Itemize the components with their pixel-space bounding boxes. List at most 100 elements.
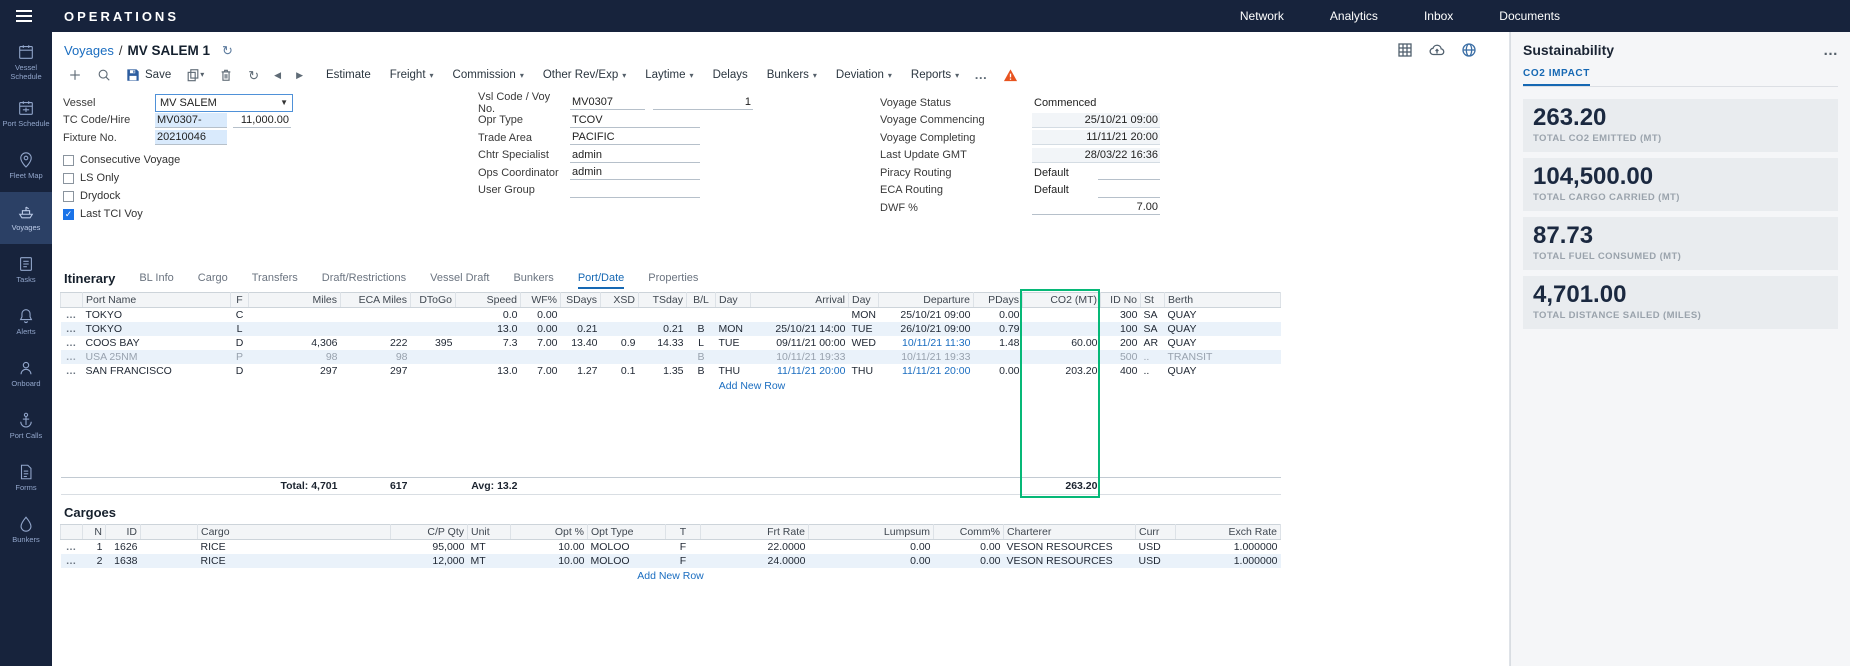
itin-cell-co2[interactable] [1023,350,1101,364]
row-menu-icon[interactable]: … [61,554,83,568]
cargo-cell-frt[interactable]: 24.0000 [701,554,809,568]
cargo-cell-charterer[interactable]: VESON RESOURCES [1004,540,1136,554]
grid-view-icon[interactable] [1397,42,1413,58]
checkbox-drydock[interactable]: Drydock [63,188,373,205]
topnav-network[interactable]: Network [1240,9,1284,23]
cargo-cell-n[interactable]: 1 [83,540,106,554]
itin-cell-day2[interactable]: TUE [849,322,879,336]
itin-cell-eca[interactable]: 297 [341,364,411,378]
itin-cell-speed[interactable]: 13.0 [456,322,521,336]
panel-more-icon[interactable]: … [1823,46,1838,55]
field-voy-no[interactable]: 1 [653,95,753,110]
cargo-cell-comm[interactable]: 0.00 [934,554,1004,568]
itin-cell-berth[interactable]: QUAY [1165,364,1281,378]
field-dwf[interactable]: 7.00 [1032,200,1160,215]
itin-cell-miles[interactable] [249,308,341,322]
search-icon[interactable] [97,68,111,82]
itin-cell-f[interactable]: D [231,364,249,378]
itin-cell-eca[interactable]: 222 [341,336,411,350]
itin-cell-dtogo[interactable]: 395 [411,336,456,350]
itin-cell-eca[interactable] [341,308,411,322]
field-vsl-code-voy-no[interactable]: MV0307 [570,95,645,110]
field-eca-routing-extra[interactable] [1098,183,1160,198]
itin-cell-tsday[interactable]: 14.33 [639,336,687,350]
itin-cell-departure[interactable]: 10/11/21 19:33 [879,350,974,364]
toolbar-menu-deviation[interactable]: Deviation▾ [836,69,892,81]
tab-bunkers[interactable]: Bunkers [513,272,553,289]
delete-icon[interactable] [219,68,233,82]
save-button[interactable]: Save [126,68,171,82]
itin-cell-bl[interactable]: L [687,336,716,350]
itin-cell-berth[interactable]: QUAY [1165,336,1281,350]
itin-cell-port[interactable]: TOKYO [83,322,231,336]
tab-transfers[interactable]: Transfers [252,272,298,289]
checkbox-ls-only[interactable]: LS Only [63,170,373,187]
cargo-cell-curr[interactable]: USD [1136,540,1176,554]
topnav-inbox[interactable]: Inbox [1424,9,1453,23]
globe-icon[interactable] [1461,42,1477,58]
itin-cell-pdays[interactable]: 0.79 [974,322,1023,336]
itin-cell-st[interactable]: AR [1141,336,1165,350]
itin-cell-tsday[interactable] [639,308,687,322]
field-voyage-completing[interactable]: 11/11/21 20:00 [1032,130,1160,145]
tc-hire-field[interactable]: 11,000.00 [233,113,291,128]
itin-cell-wf[interactable]: 0.00 [521,322,561,336]
itin-cell-eca[interactable]: 98 [341,350,411,364]
cargo-cell-unit[interactable]: MT [468,554,511,568]
validation-warning-icon[interactable] [1003,68,1018,83]
cargo-cell-qty[interactable]: 95,000 [391,540,468,554]
sidebar-item-vessel-schedule[interactable]: Vessel Schedule [0,36,52,88]
itin-cell-port[interactable]: TOKYO [83,308,231,322]
itin-cell-day1[interactable]: TUE [716,336,751,350]
cargo-cell-exch[interactable]: 1.000000 [1176,554,1281,568]
cargo-cell-cargo[interactable]: RICE [198,554,391,568]
menu-icon[interactable] [0,10,48,22]
itin-cell-port[interactable]: USA 25NM [83,350,231,364]
field-opr-type[interactable]: TCOV [570,113,700,128]
itin-cell-port[interactable]: SAN FRANCISCO [83,364,231,378]
row-menu-icon[interactable]: … [61,364,83,378]
cargo-cell-opttype[interactable]: MOLOO [588,554,666,568]
field-voyage-commencing[interactable]: 25/10/21 09:00 [1032,113,1160,128]
row-menu-icon[interactable]: … [61,540,83,554]
sidebar-item-alerts[interactable]: Alerts [0,296,52,348]
vessel-select[interactable]: MV SALEM ▼ [155,94,293,112]
itin-cell-bl[interactable]: B [687,364,716,378]
cargo-cell-exch[interactable]: 1.000000 [1176,540,1281,554]
row-menu-icon[interactable]: … [61,322,83,336]
sidebar-item-port-schedule[interactable]: Port Schedule [0,88,52,140]
breadcrumb-voyages-link[interactable]: Voyages [64,43,114,58]
itin-cell-berth[interactable]: QUAY [1165,308,1281,322]
cargo-cell-curr[interactable]: USD [1136,554,1176,568]
refresh-icon[interactable]: ↻ [248,69,259,82]
itin-cell-dtogo[interactable] [411,322,456,336]
itin-cell-co2[interactable] [1023,308,1101,322]
cargo-cell-t[interactable]: F [666,554,701,568]
itin-cell-tsday[interactable]: 0.21 [639,322,687,336]
itin-cell-day2[interactable]: THU [849,364,879,378]
itin-cell-pdays[interactable] [974,350,1023,364]
itin-cell-departure[interactable]: 10/11/21 11:30 [879,336,974,350]
topnav-analytics[interactable]: Analytics [1330,9,1378,23]
itin-cell-arrival[interactable] [751,308,849,322]
tc-code-field[interactable]: MV0307-I00… [155,113,227,128]
itin-cell-xsd[interactable] [601,322,639,336]
itin-cell-day2[interactable]: WED [849,336,879,350]
itin-cell-bl[interactable]: B [687,350,716,364]
itin-cell-xsd[interactable] [601,350,639,364]
itin-cell-speed[interactable]: 0.0 [456,308,521,322]
row-menu-icon[interactable]: … [61,350,83,364]
itin-cell-idno[interactable]: 400 [1101,364,1141,378]
field-piracy-routing[interactable]: Default [1032,167,1092,179]
cargo-cell-id[interactable]: 1638 [106,554,141,568]
toolbar-menu-freight[interactable]: Freight▾ [390,69,434,81]
itin-cell-wf[interactable]: 0.00 [521,308,561,322]
toolbar-menu-laytime[interactable]: Laytime▾ [645,69,693,81]
itin-cell-speed[interactable]: 7.3 [456,336,521,350]
itin-cell-tsday[interactable] [639,350,687,364]
itin-cell-wf[interactable]: 7.00 [521,336,561,350]
itin-cell-pdays[interactable]: 1.48 [974,336,1023,350]
cargo-cell-lumpsum[interactable]: 0.00 [809,554,934,568]
field-user-group[interactable] [570,183,700,198]
itin-cell-dtogo[interactable] [411,308,456,322]
